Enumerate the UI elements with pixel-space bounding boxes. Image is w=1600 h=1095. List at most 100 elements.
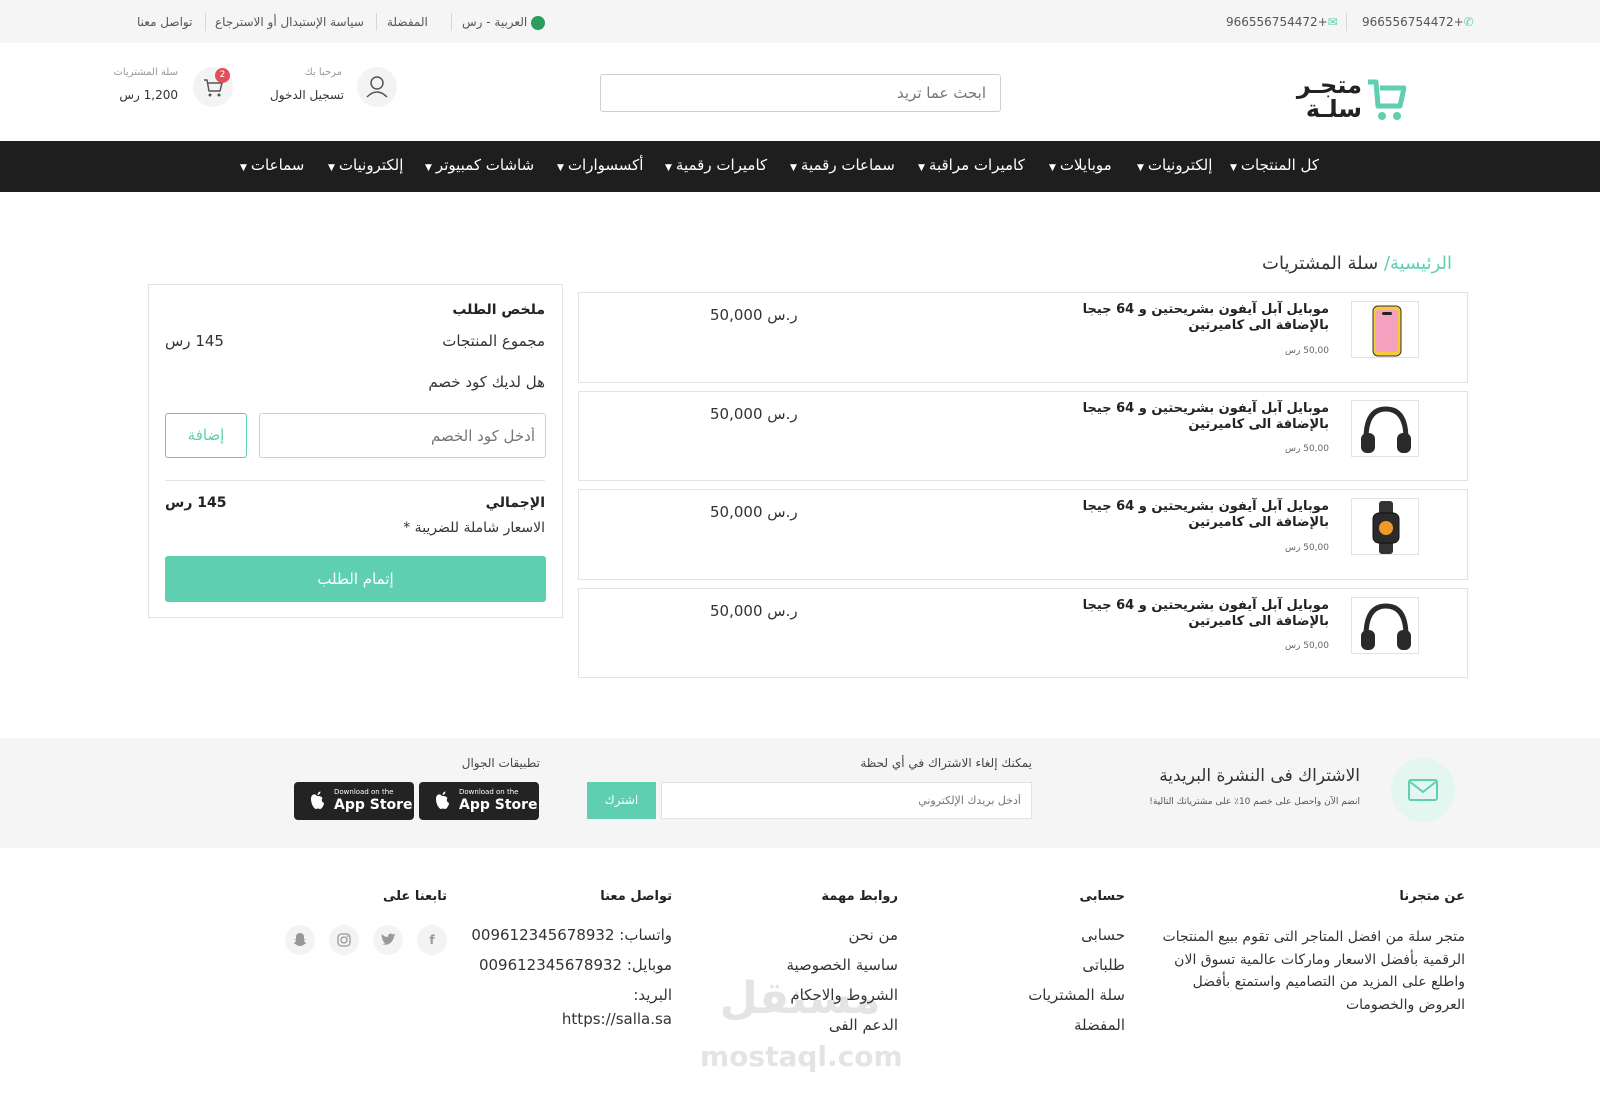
apps-title: تطبيقات الجوال [461, 756, 540, 770]
product-image[interactable] [1351, 498, 1419, 555]
search-input[interactable] [601, 75, 1000, 111]
divider [376, 13, 377, 31]
caret-down-icon: ▼ [790, 163, 797, 173]
nav-item-electronics-2[interactable]: ▼ إلكترونيات [328, 156, 403, 174]
app-store-button[interactable]: Download on the App Store [294, 782, 414, 820]
footer-link-favorites[interactable]: المفضلة [995, 1016, 1125, 1034]
subtotal-value: 145 رس [165, 332, 224, 350]
caret-down-icon: ▼ [557, 163, 564, 173]
instagram-icon[interactable] [329, 925, 359, 955]
footer-link-account[interactable]: حسابى [995, 926, 1125, 944]
policy-link[interactable]: سياسة الإستبدال أو الاسترجاع [215, 15, 364, 29]
coupon-field [259, 413, 546, 458]
footer-link-cart[interactable]: سلة المشتريات [995, 986, 1125, 1004]
search-box [600, 74, 1001, 112]
language-label: العربية - رس [462, 15, 528, 29]
headphones-image [1361, 406, 1411, 453]
product-unit-price: 50,00 رس [1285, 346, 1329, 356]
about-text: متجر سلة من افضل المتاجر التى تقوم ببيع … [1162, 929, 1465, 1013]
footer-link-terms[interactable]: الشروط والاحكام [758, 986, 898, 1004]
footer-link-support[interactable]: الدعم الفى [758, 1016, 898, 1034]
product-unit-price: 50,00 رس [1285, 641, 1329, 651]
caret-down-icon: ▼ [425, 163, 432, 173]
follow-title: تابعنا على [382, 889, 447, 904]
twitter-icon[interactable] [373, 925, 403, 955]
footer-link-about[interactable]: من نحن [758, 926, 899, 944]
caret-down-icon: ▼ [918, 163, 925, 173]
email-value[interactable]: https://salla.sa [540, 1010, 672, 1028]
cart-badge: 2 [215, 68, 230, 83]
nav-item-electronics[interactable]: ▼ إلكترونيات [1137, 156, 1212, 174]
newsletter-subtitle: انضم الآن واحصل على خصم 10٪ على مشترياتك… [1149, 797, 1360, 807]
facebook-icon[interactable]: f [417, 925, 447, 955]
caret-down-icon: ▼ [328, 163, 335, 173]
newsletter-section: الاشتراك فى النشرة البريدية انضم الآن وا… [0, 738, 1600, 848]
mail-icon: ✉ [1327, 15, 1338, 29]
cart-item-row: موبايل آبل آيفون بشريحتين و 64 جيجا بالإ… [578, 292, 1468, 383]
total-value: 145 رس [165, 495, 227, 511]
whatsapp-number[interactable]: واتساب: 009612345678932 [462, 926, 672, 944]
cart-item-row: موبايل آبل آيفون بشريحتين و 64 جيجا بالإ… [578, 588, 1468, 678]
login-link[interactable]: تسجيل الدخول [262, 88, 344, 102]
nav-item-digital-cameras[interactable]: ▼ كاميرات رقمية [665, 156, 767, 174]
nav-item-accessories[interactable]: ▼ أكسسوارات [557, 156, 643, 174]
caret-down-icon: ▼ [1137, 163, 1144, 173]
contact-link[interactable]: تواصل معنا [137, 15, 192, 29]
app-store-button[interactable]: Download on the App Store [419, 782, 539, 820]
checkout-button[interactable]: إتمام الطلب [165, 556, 546, 602]
nav-item-computer-screens[interactable]: ▼ شاشات كمبيوتر [425, 156, 534, 174]
product-title[interactable]: موبايل آبل آيفون بشريحتين و 64 جيجا بالإ… [1029, 499, 1329, 531]
footer-link-privacy[interactable]: ساسية الخصوصية [758, 956, 898, 974]
user-avatar[interactable] [357, 67, 397, 107]
email-number: 966556754472+ [1226, 15, 1328, 29]
product-title[interactable]: موبايل آبل آيفون بشريحتين و 64 جيجا بالإ… [1029, 598, 1329, 630]
cart-logo-icon [1366, 76, 1407, 120]
divider [451, 13, 452, 31]
contact-title: تواصل معنا [600, 889, 672, 904]
email-link[interactable]: 966556754472+✉ [1226, 15, 1338, 29]
add-coupon-button[interactable]: إضافة [165, 413, 247, 458]
account-title: حسابى [1079, 889, 1125, 904]
divider [165, 480, 545, 481]
coupon-input[interactable] [260, 414, 545, 457]
nav-item-all-products[interactable]: ▼ كل المنتجات [1230, 156, 1319, 174]
apple-icon [311, 791, 324, 809]
divider [205, 13, 206, 31]
logo[interactable]: متجـر سلـة [1297, 72, 1408, 123]
product-title[interactable]: موبايل آبل آيفون بشريحتين و 64 جيجا بالإ… [1029, 302, 1329, 334]
newsletter-badge [1391, 758, 1455, 822]
favorites-link[interactable]: المفضلة [387, 15, 428, 29]
footer-link-orders[interactable]: طلباتى [995, 956, 1125, 974]
language-selector[interactable]: العربية - رس [462, 15, 546, 30]
envelope-icon [1408, 779, 1438, 801]
nav-item-security-cameras[interactable]: ▼ كاميرات مراقبة [918, 156, 1025, 174]
total-label: الإجمالي [485, 495, 545, 511]
links-title: روابط مهمة [821, 889, 898, 904]
app-store-small: Download on the [334, 788, 394, 796]
nav-item-headphones[interactable]: ▼ سماعات [240, 156, 304, 174]
product-title[interactable]: موبايل آبل آيفون بشريحتين و 64 جيجا بالإ… [1029, 401, 1329, 433]
snapchat-icon[interactable] [285, 925, 315, 955]
phone-number: 966556754472+ [1362, 15, 1464, 29]
product-image[interactable] [1351, 597, 1419, 654]
nav-item-digital-headphones[interactable]: ▼ سماعات رقمية [790, 156, 895, 174]
product-image[interactable] [1351, 301, 1419, 358]
newsletter-email-input[interactable] [662, 783, 1031, 818]
product-price: 50,000 ر.س [710, 405, 798, 423]
product-image[interactable] [1351, 400, 1419, 457]
product-unit-price: 50,00 رس [1285, 543, 1329, 553]
logo-line-2: سلـة [1305, 95, 1362, 123]
app-store-big: App Store [459, 797, 538, 813]
app-store-big: App Store [334, 797, 413, 813]
cart-item-row: موبايل آبل آيفون بشريحتين و 64 جيجا بالإ… [578, 489, 1468, 580]
nav-item-mobiles[interactable]: ▼ موبايلات [1049, 156, 1112, 174]
newsletter-title: الاشتراك فى النشرة البريدية [1159, 766, 1360, 786]
email-label: البريد: [633, 986, 672, 1004]
breadcrumb-home[interactable]: الرئيسية/ [1384, 253, 1452, 274]
subscribe-button[interactable]: اشترك [587, 782, 656, 819]
about-title: عن متجرنا [1399, 889, 1465, 904]
product-price: 50,000 ر.س [710, 602, 798, 620]
mobile-number[interactable]: موبايل: 009612345678932 [462, 956, 672, 974]
apple-icon [436, 791, 449, 809]
phone-link[interactable]: 966556754472+✆ [1362, 15, 1474, 29]
